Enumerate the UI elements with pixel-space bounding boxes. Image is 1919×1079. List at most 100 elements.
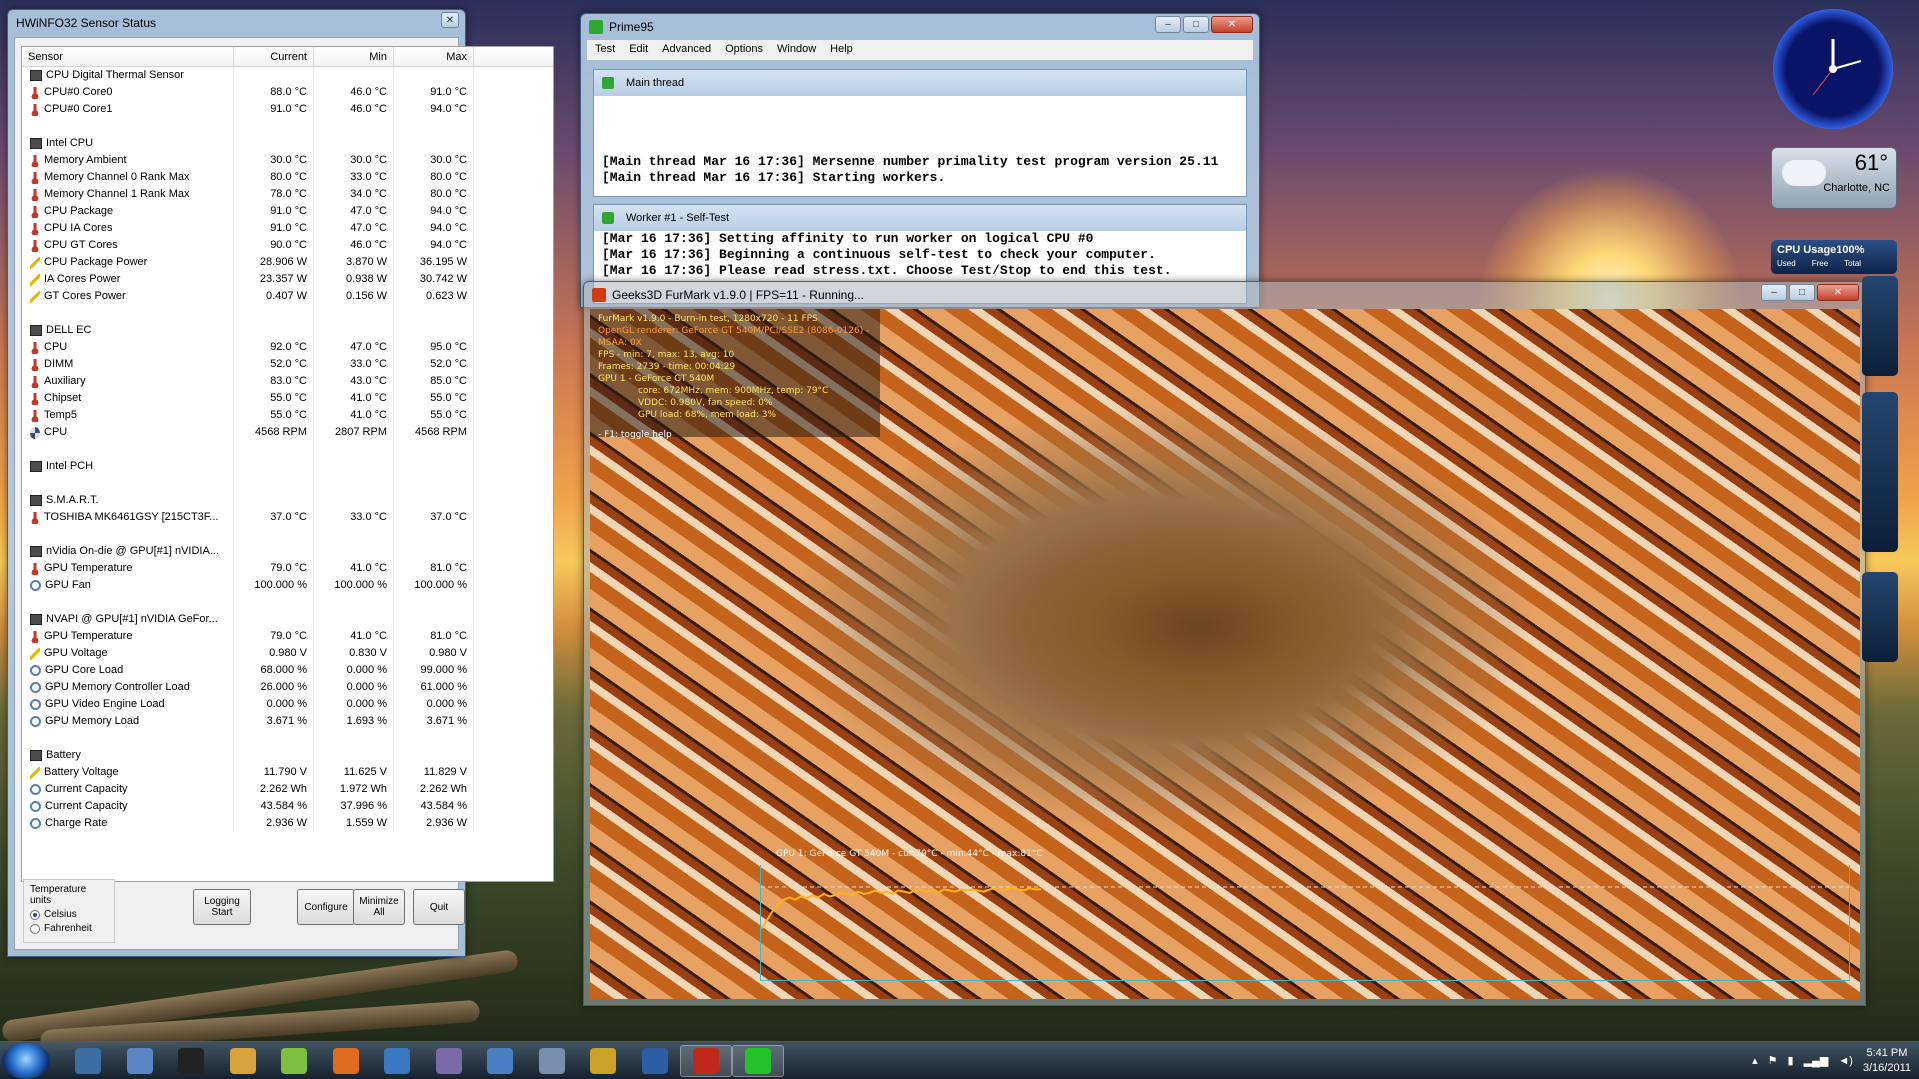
volume-icon[interactable]: ◄): [1838, 1054, 1853, 1069]
taskbar-app-button[interactable]: [680, 1045, 732, 1077]
drive-gadget[interactable]: [1862, 572, 1898, 662]
taskbar-app-button[interactable]: [577, 1045, 629, 1077]
sensor-row[interactable]: CPU Package Power 28.906 W 3.870 W 36.195 W: [22, 254, 553, 271]
sensor-row[interactable]: IA Cores Power 23.357 W 0.938 W 30.742 W: [22, 271, 553, 288]
hwinfo-window[interactable]: HWiNFO32 Sensor Status ✕ Sensor Current …: [7, 9, 554, 957]
sensor-row[interactable]: Current Capacity 43.584 % 37.996 % 43.584 %: [22, 798, 553, 815]
sensor-row[interactable]: Chipset 55.0 °C 41.0 °C 55.0 °C: [22, 390, 553, 407]
main-thread-window[interactable]: Main thread [Main thread Mar 16 17:36] M…: [593, 69, 1247, 197]
sensor-row[interactable]: Battery Voltage 11.790 V 11.625 V 11.829 V: [22, 764, 553, 781]
taskbar-app-button[interactable]: [217, 1045, 269, 1077]
furmark-window[interactable]: Geeks3D FurMark v1.9.0 | FPS=11 - Runnin…: [583, 281, 1866, 1006]
sensor-group-row[interactable]: S.M.A.R.T.: [22, 492, 553, 509]
sensor-row[interactable]: CPU#0 Core0 88.0 °C 46.0 °C 91.0 °C: [22, 84, 553, 101]
sensor-row[interactable]: Auxiliary 83.0 °C 43.0 °C 85.0 °C: [22, 373, 553, 390]
menu-advanced[interactable]: Advanced: [662, 43, 711, 57]
network-signal-icon[interactable]: ▂▄▆: [1804, 1054, 1829, 1069]
menu-help[interactable]: Help: [830, 43, 853, 57]
close-icon[interactable]: ✕: [1211, 16, 1253, 33]
quit-button[interactable]: Quit: [413, 889, 465, 925]
sensor-row[interactable]: CPU 4568 RPM 2807 RPM 4568 RPM: [22, 424, 553, 441]
menu-edit[interactable]: Edit: [629, 43, 648, 57]
fahrenheit-option[interactable]: Fahrenheit: [30, 923, 108, 934]
action-center-icon[interactable]: ⚑: [1768, 1054, 1778, 1069]
sensor-row[interactable]: CPU Package 91.0 °C 47.0 °C 94.0 °C: [22, 203, 553, 220]
show-hidden-icons-icon[interactable]: ▴: [1752, 1054, 1758, 1069]
taskbar-app-button[interactable]: [629, 1045, 681, 1077]
sensor-row[interactable]: GPU Voltage 0.980 V 0.830 V 0.980 V: [22, 645, 553, 662]
maximize-icon[interactable]: □: [1183, 16, 1209, 33]
sensor-row[interactable]: Temp5 55.0 °C 41.0 °C 55.0 °C: [22, 407, 553, 424]
sensor-row[interactable]: GPU Memory Controller Load 26.000 % 0.000 …: [22, 679, 553, 696]
minimize-all-button[interactable]: Minimize All: [353, 889, 405, 925]
sensor-row[interactable]: Memory Ambient 30.0 °C 30.0 °C 30.0 °C: [22, 152, 553, 169]
close-icon[interactable]: ✕: [441, 12, 459, 28]
sensor-row[interactable]: CPU 92.0 °C 47.0 °C 95.0 °C: [22, 339, 553, 356]
clock-gadget[interactable]: [1773, 9, 1893, 129]
sensor-group-row[interactable]: Intel CPU: [22, 135, 553, 152]
taskbar-app-button[interactable]: [371, 1045, 423, 1077]
celsius-option[interactable]: Celsius: [30, 909, 108, 920]
sensor-row[interactable]: DIMM 52.0 °C 33.0 °C 52.0 °C: [22, 356, 553, 373]
furmark-render-canvas[interactable]: FurMark v1.9.0 - Burn-in test, 1280x720 …: [590, 309, 1860, 999]
sensor-row[interactable]: Memory Channel 1 Rank Max 78.0 °C 34.0 °C 8…: [22, 186, 553, 203]
hwinfo-titlebar[interactable]: HWiNFO32 Sensor Status: [8, 10, 465, 36]
sensor-row[interactable]: CPU GT Cores 90.0 °C 46.0 °C 94.0 °C: [22, 237, 553, 254]
furmark-titlebar[interactable]: Geeks3D FurMark v1.9.0 | FPS=11 - Runnin…: [584, 282, 1865, 308]
sensor-table[interactable]: Sensor Current Min Max CPU Digital Therm…: [21, 46, 554, 882]
taskbar-app-button[interactable]: [526, 1045, 578, 1077]
sensor-row[interactable]: GPU Temperature 79.0 °C 41.0 °C 81.0 °C: [22, 628, 553, 645]
start-button[interactable]: [2, 1043, 50, 1079]
weather-gadget[interactable]: 61° Charlotte, NC: [1771, 147, 1897, 209]
column-min[interactable]: Min: [314, 47, 394, 66]
sensor-group-row[interactable]: nVidia On-die @ GPU[#1] nVIDIA...: [22, 543, 553, 560]
maximize-icon[interactable]: □: [1789, 284, 1815, 301]
taskbar-app-button[interactable]: [62, 1045, 114, 1077]
network-gadget[interactable]: [1862, 392, 1898, 552]
sensor-row[interactable]: GPU Video Engine Load 0.000 % 0.000 % 0.000…: [22, 696, 553, 713]
taskbar-app-button[interactable]: [165, 1045, 217, 1077]
sensor-group-row[interactable]: CPU Digital Thermal Sensor: [22, 67, 553, 84]
sensor-row[interactable]: GPU Fan 100.000 % 100.000 % 100.000 %: [22, 577, 553, 594]
cpu-usage-gadget[interactable]: CPU Usage100% Used Free Total: [1771, 240, 1897, 274]
prime95-window[interactable]: Prime95 – □ ✕ Test Edit Advanced Options…: [580, 13, 1260, 308]
sensor-row[interactable]: GPU Memory Load 3.671 % 1.693 % 3.671 %: [22, 713, 553, 730]
sensor-row[interactable]: GT Cores Power 0.407 W 0.156 W 0.623 W: [22, 288, 553, 305]
taskbar-clock[interactable]: 5:41 PM 3/16/2011: [1863, 1046, 1911, 1076]
main-thread-titlebar[interactable]: Main thread: [594, 70, 1246, 96]
sensor-group-row[interactable]: DELL EC: [22, 322, 553, 339]
worker-titlebar[interactable]: Worker #1 - Self-Test: [594, 205, 1246, 231]
sensor-row[interactable]: CPU#0 Core1 91.0 °C 46.0 °C 94.0 °C: [22, 101, 553, 118]
taskbar-app-button[interactable]: [423, 1045, 475, 1077]
configure-button[interactable]: Configure: [297, 889, 355, 925]
column-max[interactable]: Max: [394, 47, 474, 66]
taskbar-app-button[interactable]: [320, 1045, 372, 1077]
menu-window[interactable]: Window: [777, 43, 816, 57]
menu-test[interactable]: Test: [595, 43, 615, 57]
power-icon[interactable]: ▮: [1788, 1054, 1794, 1069]
sensor-row[interactable]: GPU Temperature 79.0 °C 41.0 °C 81.0 °C: [22, 560, 553, 577]
radio-checked-icon[interactable]: [30, 909, 40, 920]
column-current[interactable]: Current: [234, 47, 314, 66]
sensor-group-row[interactable]: NVAPI @ GPU[#1] nVIDIA GeFor...: [22, 611, 553, 628]
taskbar-app-button[interactable]: [731, 1045, 784, 1077]
radio-unchecked-icon[interactable]: [30, 923, 40, 934]
minimize-icon[interactable]: –: [1761, 284, 1787, 301]
sensor-group-row[interactable]: Battery: [22, 747, 553, 764]
taskbar-app-button[interactable]: [114, 1045, 166, 1077]
menu-options[interactable]: Options: [725, 43, 763, 57]
sensor-group-row[interactable]: Intel PCH: [22, 458, 553, 475]
taskbar-app-button[interactable]: [268, 1045, 320, 1077]
meter-gadget[interactable]: [1862, 276, 1898, 376]
sensor-row[interactable]: Current Capacity 2.262 Wh 1.972 Wh 2.262 Wh: [22, 781, 553, 798]
column-sensor[interactable]: Sensor: [22, 47, 234, 66]
minimize-icon[interactable]: –: [1155, 16, 1181, 33]
sensor-row[interactable]: GPU Core Load 68.000 % 0.000 % 99.000 %: [22, 662, 553, 679]
logging-start-button[interactable]: Logging Start: [193, 889, 251, 925]
close-icon[interactable]: ✕: [1817, 284, 1859, 301]
taskbar-app-button[interactable]: [474, 1045, 526, 1077]
sensor-row[interactable]: TOSHIBA MK6461GSY [215CT3F... 37.0 °C 33.0…: [22, 509, 553, 526]
sensor-row[interactable]: Charge Rate 2.936 W 1.559 W 2.936 W: [22, 815, 553, 832]
sensor-row[interactable]: CPU IA Cores 91.0 °C 47.0 °C 94.0 °C: [22, 220, 553, 237]
sensor-row[interactable]: Memory Channel 0 Rank Max 80.0 °C 33.0 °C 8…: [22, 169, 553, 186]
